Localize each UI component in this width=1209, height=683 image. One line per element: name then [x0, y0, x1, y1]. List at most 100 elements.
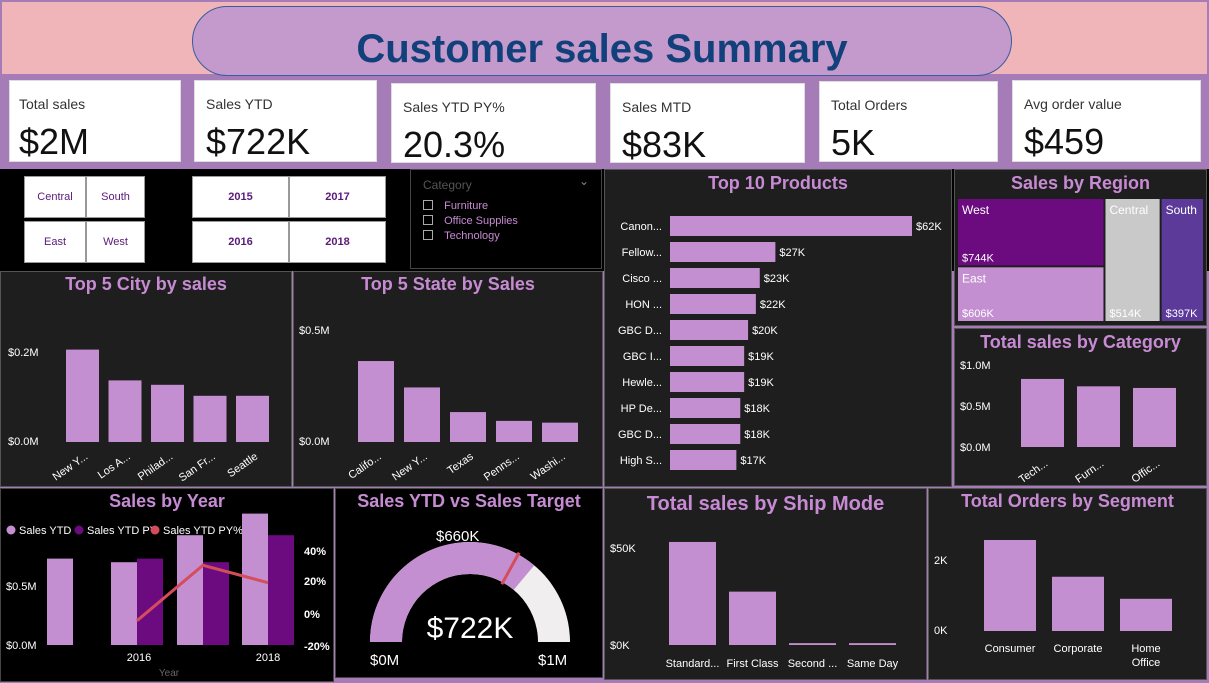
- x-tick-label: New Y...: [390, 451, 430, 484]
- y-tick-label: $50K: [610, 543, 636, 555]
- bar: [669, 541, 716, 645]
- category-label: Canon...: [620, 221, 662, 233]
- data-label: $18K: [744, 403, 770, 415]
- chevron-down-icon[interactable]: ⌄: [579, 174, 589, 188]
- legend-marker: [150, 525, 160, 535]
- ship-mode-chart: Standard... First Class Second ... Same Day…: [610, 541, 899, 670]
- y2-tick-label: -20%: [304, 641, 330, 653]
- kpi-value: 5K: [831, 122, 876, 163]
- x-tick-label: Penns...: [482, 451, 522, 484]
- bar: [450, 412, 486, 442]
- bar: [1077, 386, 1120, 447]
- data-label: $22K: [760, 299, 786, 311]
- bar-sales-ytd-py: [203, 562, 229, 645]
- legend-label: Sales YTD: [19, 525, 71, 537]
- bar: [670, 294, 756, 314]
- x-axis-label: Year: [159, 668, 180, 679]
- kpi-value: $2M: [19, 121, 90, 162]
- x-tick-label: Califo...: [346, 451, 383, 482]
- region-east-button[interactable]: East: [24, 221, 86, 263]
- category-panel: Total sales by Category Tech... Furn... Of…: [954, 328, 1207, 486]
- category-label: Cisco ...: [622, 273, 662, 285]
- data-label: $19K: [748, 351, 774, 363]
- year-2015-button[interactable]: 2015: [192, 176, 289, 218]
- page-title-banner: Customer sales Summary: [192, 6, 1012, 76]
- y-tick-label: $0.0M: [8, 436, 39, 448]
- bar-sales-ytd: [111, 562, 137, 645]
- bar: [1021, 378, 1064, 447]
- kpi-value: 20.3%: [403, 124, 506, 165]
- y-tick-label: $0K: [610, 640, 630, 652]
- category-item-technology[interactable]: Technology: [423, 224, 500, 243]
- category-label: HON ...: [625, 299, 662, 311]
- year-slicer: 2015 2017 2016 2018: [165, 169, 405, 269]
- bar: [358, 361, 394, 442]
- kpi-card-total-sales: Total sales $2M: [9, 80, 181, 162]
- page-title: Customer sales Summary: [356, 27, 848, 71]
- checkbox[interactable]: [423, 229, 433, 240]
- kpi-value: $459: [1024, 121, 1105, 162]
- year-2016-button[interactable]: 2016: [192, 221, 289, 263]
- gauge-min-label: $0M: [370, 652, 399, 669]
- kpi-label: Sales YTD: [206, 96, 273, 112]
- year-2018-button[interactable]: 2018: [289, 221, 386, 263]
- bar: [670, 242, 776, 262]
- bar-sales-ytd: [47, 558, 73, 645]
- region-west-button[interactable]: West: [86, 221, 145, 263]
- bar: [404, 387, 440, 442]
- category-label: GBC D...: [618, 325, 662, 337]
- data-label: $19K: [748, 377, 774, 389]
- category-label: Hewle...: [622, 377, 662, 389]
- bar: [496, 420, 532, 442]
- region-central-button[interactable]: Central: [24, 176, 86, 218]
- x-tick-label: Los A...: [96, 451, 133, 482]
- tile-label: Central: [1109, 203, 1148, 217]
- y2-tick-label: 0%: [304, 609, 320, 621]
- x-tick-label: Consumer: [985, 643, 1036, 655]
- top-products-panel: Top 10 Products Canon... $62K Fellow... $27…: [604, 169, 952, 487]
- x-tick-label: Standard...: [666, 658, 720, 670]
- bar: [670, 450, 737, 470]
- y-tick-label: $0.5M: [299, 325, 330, 337]
- category-label: GBC D...: [618, 429, 662, 441]
- gauge-max-label: $1M: [538, 652, 567, 669]
- x-tick-label: First Class: [727, 658, 779, 670]
- bar-sales-ytd-py: [268, 535, 294, 645]
- x-tick-label: Same Day: [847, 658, 899, 670]
- bar: [670, 398, 741, 418]
- bar: [670, 216, 912, 236]
- region-south-button[interactable]: South: [86, 176, 145, 218]
- checkbox[interactable]: [423, 214, 433, 225]
- segment-chart: Consumer Corporate Home Office 0K 2K: [934, 540, 1172, 669]
- y-tick-label: 0K: [934, 625, 948, 637]
- bar: [108, 380, 142, 442]
- kpi-value: $83K: [622, 124, 707, 165]
- region-panel: Sales by Region West $744K East $606K Centra…: [954, 169, 1207, 326]
- legend-label: Sales YTD PY: [87, 525, 158, 537]
- state-chart: Califo... New Y... Texas Penns... Washi... $0…: [299, 325, 578, 484]
- gauge-target-label: $660K: [436, 528, 479, 545]
- x-tick-label: Washi...: [529, 451, 568, 483]
- y-tick-label: 2K: [934, 555, 948, 567]
- kpi-value: $722K: [206, 121, 311, 162]
- x-tick-label: Seattle: [225, 451, 260, 480]
- year-2017-button[interactable]: 2017: [289, 176, 386, 218]
- x-tick-label: Second ...: [788, 658, 838, 670]
- legend-marker: [74, 525, 84, 535]
- state-panel: Top 5 State by Sales Califo... New Y... Te…: [293, 271, 603, 487]
- kpi-card-avg-order: Avg order value $459: [1012, 80, 1201, 162]
- data-label: $20K: [752, 325, 778, 337]
- bar: [1133, 387, 1176, 447]
- city-chart: New Y... Los A... Philad... San Fr... Seattl…: [8, 347, 269, 484]
- x-tick-label: Furn...: [1073, 458, 1106, 486]
- bar: [236, 395, 269, 442]
- treemap-tile: [1105, 199, 1160, 321]
- bar: [66, 349, 99, 442]
- kpi-card-sales-ytd: Sales YTD $722K: [194, 80, 377, 162]
- x-tick-label: Texas: [445, 450, 476, 477]
- category-chart: Tech... Furn... Offic... $0.0M $0.5M $1.0M: [960, 360, 1176, 486]
- kpi-label: Sales YTD PY%: [403, 99, 505, 115]
- checkbox[interactable]: [423, 199, 433, 210]
- y-tick-label: $0.0M: [6, 640, 37, 652]
- x-tick-label: Office: [1132, 657, 1161, 669]
